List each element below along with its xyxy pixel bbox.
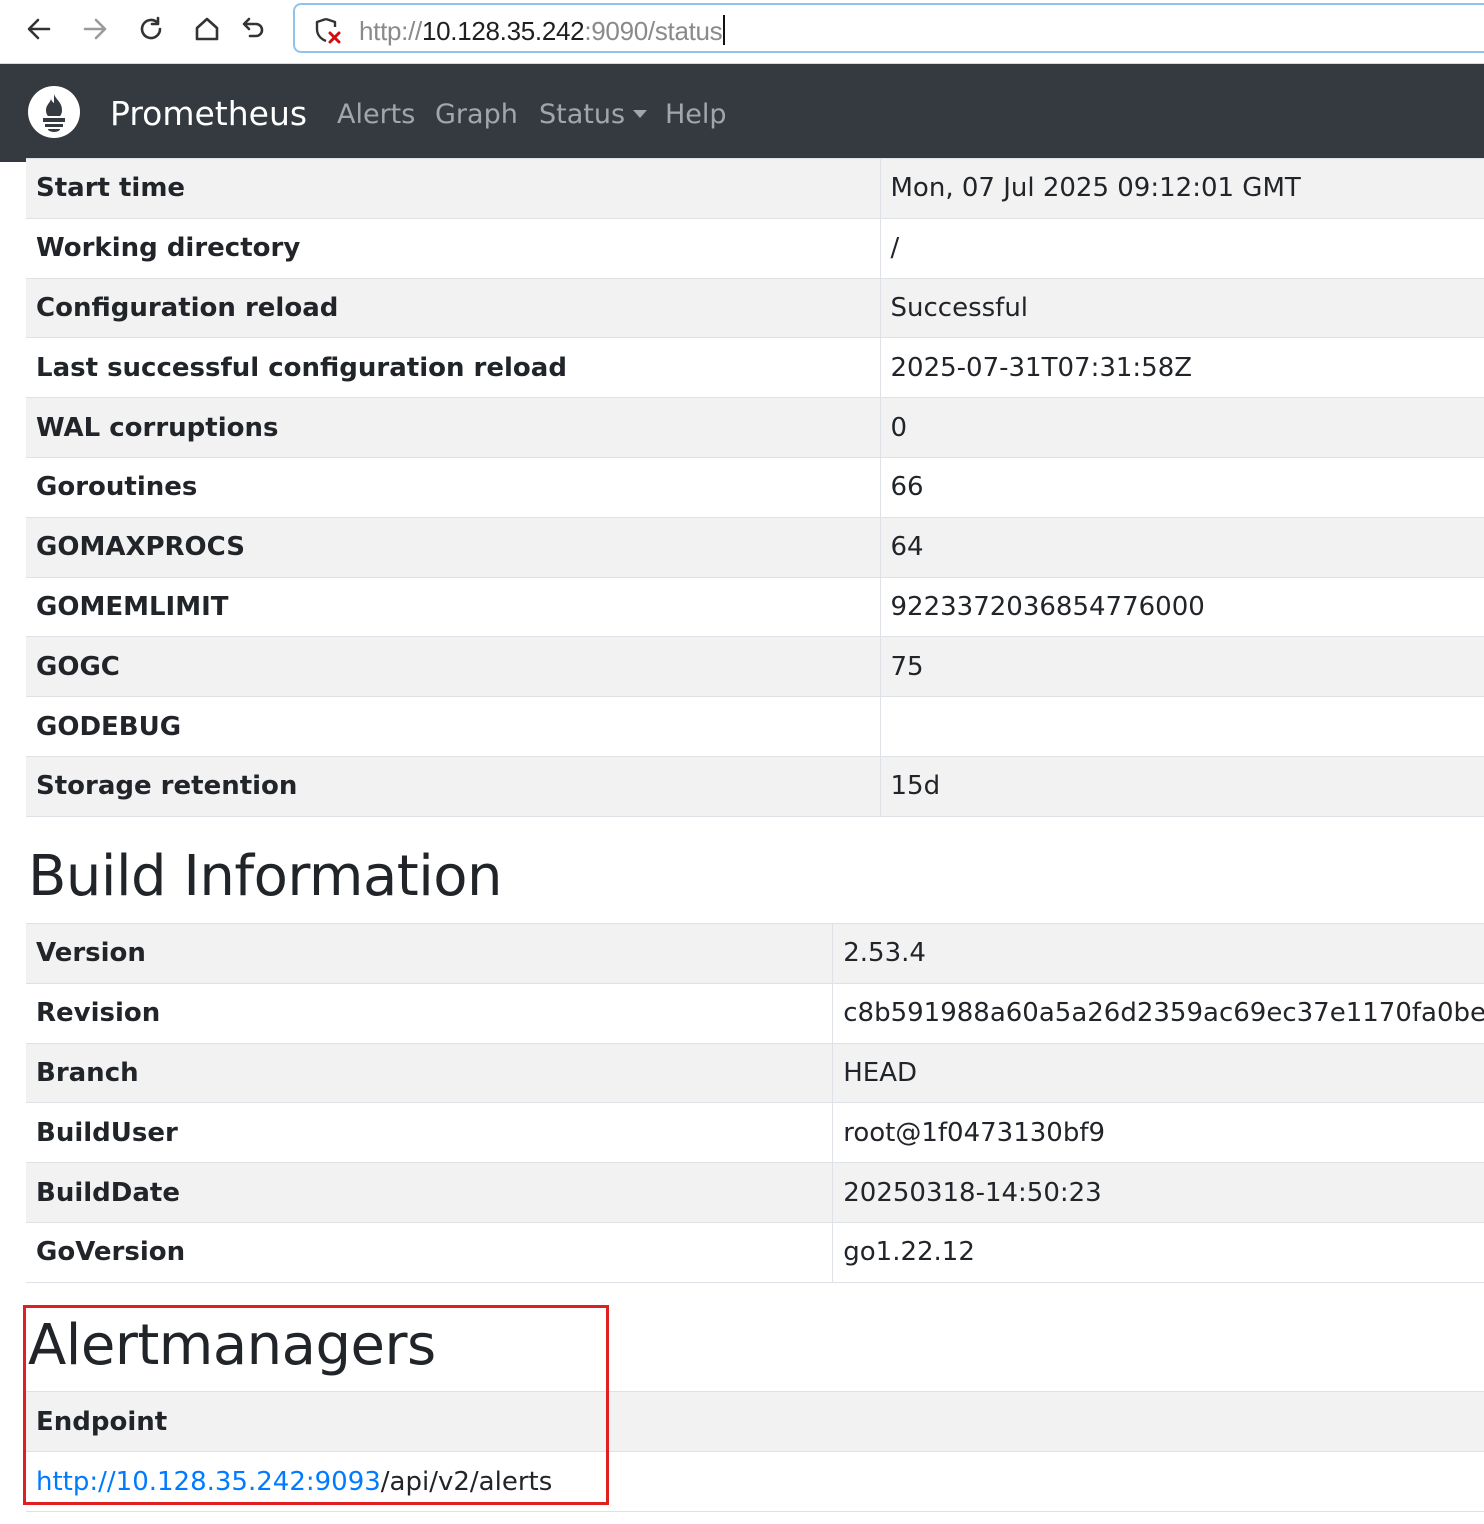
table-row: Working directory /: [26, 217, 1484, 279]
table-row: http://10.128.35.242:9093/api/v2/alerts: [26, 1451, 1484, 1512]
alertmanagers-heading: Alertmanagers: [28, 1313, 436, 1378]
row-key: Working directory: [26, 217, 881, 279]
table-row: Branch HEAD: [26, 1042, 1484, 1103]
reload-button[interactable]: [134, 12, 168, 46]
table-row: Storage retention 15d: [26, 755, 1484, 817]
brand-title[interactable]: Prometheus: [110, 94, 307, 133]
home-icon: [195, 17, 219, 41]
endpoint-path: /api/v2/alerts: [380, 1466, 553, 1497]
endpoint-link[interactable]: http://10.128.35.242:9093: [36, 1467, 381, 1497]
table-row: GOGC 75: [26, 636, 1484, 697]
url-host: 10.128.35.242: [421, 16, 585, 46]
row-value: 66: [880, 456, 1484, 518]
nav-graph[interactable]: Graph: [435, 99, 518, 130]
undo-icon: [242, 17, 264, 38]
row-key: WAL corruptions: [26, 397, 881, 458]
undo-button[interactable]: [236, 12, 270, 46]
row-key: GoVersion: [26, 1221, 834, 1283]
row-key: Version: [26, 923, 834, 984]
insecure-shield-icon: [315, 17, 341, 44]
row-key: GODEBUG: [26, 696, 881, 757]
row-key: Revision: [26, 982, 834, 1044]
forward-button[interactable]: [78, 12, 112, 46]
table-row: Revision c8b591988a60a5a26d2359ac69ec37e1…: [26, 982, 1484, 1044]
nav-status-label: Status: [539, 99, 626, 130]
row-value: Successful: [880, 277, 1484, 338]
runtime-info-table: Start time Mon, 07 Jul 2025 09:12:01 GMT …: [26, 158, 1484, 817]
row-value: root@1f0473130bf9: [832, 1102, 1484, 1163]
nav-alerts[interactable]: Alerts: [337, 99, 415, 130]
prometheus-logo-icon[interactable]: [28, 86, 80, 138]
url-scheme: http://: [359, 16, 422, 46]
row-value: 20250318-14:50:23: [832, 1162, 1484, 1223]
table-row: Goroutines 66: [26, 456, 1484, 518]
row-key: BuildDate: [26, 1162, 834, 1223]
address-bar[interactable]: http://10.128.35.242:9090/status: [293, 3, 1484, 53]
row-value: Mon, 07 Jul 2025 09:12:01 GMT: [880, 158, 1484, 219]
row-value: c8b591988a60a5a26d2359ac69ec37e1170fa0be: [832, 982, 1484, 1044]
alertmanagers-table: Endpoint http://10.128.35.242:9093/api/v…: [26, 1391, 1484, 1512]
row-key: Configuration reload: [26, 277, 881, 338]
table-row: Last successful configuration reload 2025…: [26, 337, 1484, 398]
url-text[interactable]: http://10.128.35.242:9090/status: [359, 15, 726, 47]
row-key: Storage retention: [26, 755, 881, 817]
row-key: GOMAXPROCS: [26, 516, 881, 578]
row-key: Last successful configuration reload: [26, 337, 881, 398]
row-key: BuildUser: [26, 1102, 834, 1163]
back-button[interactable]: [22, 12, 56, 46]
table-row: BuildUser root@1f0473130bf9: [26, 1102, 1484, 1163]
row-value: 75: [880, 636, 1484, 697]
row-value: 2025-07-31T07:31:58Z: [880, 337, 1484, 398]
row-value: 9223372036854776000: [880, 576, 1484, 637]
chevron-down-icon: [633, 110, 648, 118]
table-row: GODEBUG: [26, 696, 1484, 757]
endpoint-header: Endpoint: [26, 1391, 1484, 1452]
build-info-table: Version 2.53.4 Revision c8b591988a60a5a26d…: [26, 923, 1484, 1283]
row-value: go1.22.12: [832, 1221, 1484, 1283]
reload-icon: [140, 16, 162, 40]
table-row: WAL corruptions 0: [26, 397, 1484, 458]
row-key: GOMEMLIMIT: [26, 576, 881, 637]
row-key: Branch: [26, 1042, 834, 1103]
prometheus-navbar: Prometheus Alerts Graph Status Help: [0, 64, 1484, 162]
nav-status[interactable]: Status: [539, 99, 648, 130]
forward-arrow-icon: [83, 18, 107, 40]
row-key: GOGC: [26, 636, 881, 697]
nav-help[interactable]: Help: [665, 99, 727, 130]
row-value: 64: [880, 516, 1484, 578]
row-value: HEAD: [832, 1042, 1484, 1103]
row-value: [880, 696, 1484, 757]
table-header-row: Endpoint: [26, 1391, 1484, 1452]
url-path: :9090/status: [584, 16, 723, 46]
table-row: GOMAXPROCS 64: [26, 516, 1484, 578]
row-value: /: [880, 217, 1484, 279]
back-arrow-icon: [27, 18, 51, 40]
row-key: Goroutines: [26, 456, 881, 518]
table-row: GoVersion go1.22.12: [26, 1221, 1484, 1283]
table-row: GOMEMLIMIT 9223372036854776000: [26, 576, 1484, 637]
table-row: Start time Mon, 07 Jul 2025 09:12:01 GMT: [26, 158, 1484, 219]
endpoint-cell: http://10.128.35.242:9093/api/v2/alerts: [26, 1451, 1484, 1512]
browser-toolbar: http://10.128.35.242:9090/status: [0, 0, 1484, 64]
table-row: Version 2.53.4: [26, 923, 1484, 984]
home-button[interactable]: [190, 12, 224, 46]
build-info-heading: Build Information: [28, 844, 503, 909]
row-value: 0: [880, 397, 1484, 458]
text-caret: [723, 15, 726, 45]
table-row: Configuration reload Successful: [26, 277, 1484, 338]
row-value: 2.53.4: [832, 923, 1484, 984]
row-key: Start time: [26, 158, 881, 219]
row-value: 15d: [880, 755, 1484, 817]
table-row: BuildDate 20250318-14:50:23: [26, 1162, 1484, 1223]
